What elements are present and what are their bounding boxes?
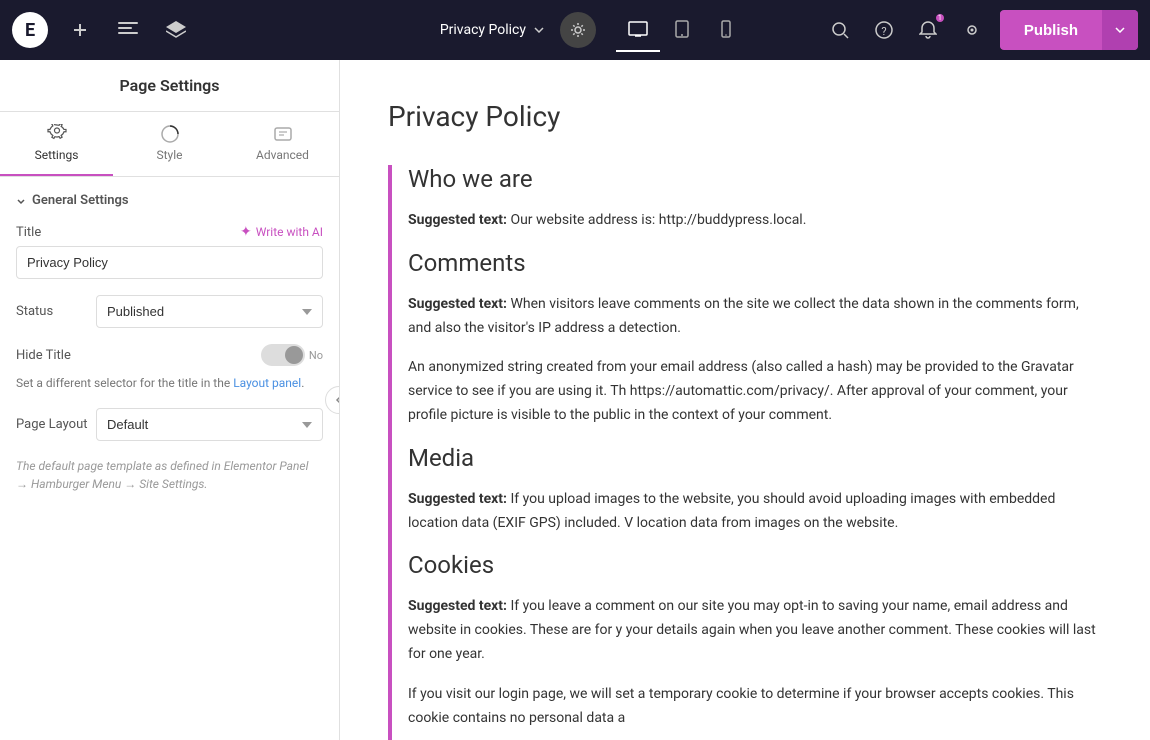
content-border-sections: Who we are Suggested text: Our website a… [388, 165, 1102, 740]
tab-style[interactable]: Style [113, 112, 226, 176]
main-area: Page Settings Settings Style Advanced Ge… [0, 60, 1150, 740]
preview-button[interactable] [956, 14, 988, 46]
section-heading-0: Who we are [408, 165, 1102, 193]
section-heading-2: Media [408, 444, 1102, 472]
tab-settings[interactable]: Settings [0, 112, 113, 176]
svg-text:?: ? [881, 25, 886, 38]
page-content-title: Privacy Policy [388, 100, 1102, 133]
layout-hint-text: The default page template as defined in … [16, 457, 323, 493]
publish-dropdown-button[interactable] [1102, 10, 1138, 50]
tablet-view-button[interactable] [660, 8, 704, 52]
title-row: Title ✦ Write with AI [16, 224, 323, 240]
layout-panel-link[interactable]: Layout panel [233, 376, 301, 390]
top-bar-center: Privacy Policy [352, 8, 824, 52]
general-settings-label: General Settings [16, 193, 323, 208]
page-settings-gear-button[interactable] [560, 12, 596, 48]
page-name-dropdown[interactable]: Privacy Policy [428, 14, 556, 46]
help-button[interactable]: ? [868, 14, 900, 46]
page-layout-label: Page Layout [16, 417, 96, 432]
page-layout-row: Page Layout Default Full Width Canvas [16, 408, 323, 441]
toggle-state-label: No [309, 349, 323, 362]
page-layout-select[interactable]: Default Full Width Canvas [96, 408, 323, 441]
publish-button-group: Publish [1000, 10, 1138, 50]
mobile-view-button[interactable] [704, 8, 748, 52]
top-bar-left: E [12, 12, 352, 48]
panel-body: General Settings Title ✦ Write with AI S… [0, 177, 339, 740]
left-panel: Page Settings Settings Style Advanced Ge… [0, 60, 340, 740]
title-label: Title [16, 225, 96, 240]
search-button[interactable] [824, 14, 856, 46]
section-heading-3: Cookies [408, 551, 1102, 579]
navigator-button[interactable] [112, 14, 144, 46]
section-heading-1: Comments [408, 249, 1102, 277]
desktop-view-button[interactable] [616, 8, 660, 52]
status-row: Status Published Draft Private [16, 295, 323, 328]
section-paragraph-0-0: Suggested text: Our website address is: … [408, 209, 1102, 233]
panel-header: Page Settings [0, 60, 339, 112]
panel-tabs: Settings Style Advanced [0, 112, 339, 177]
title-input[interactable] [16, 246, 323, 279]
hide-title-label: Hide Title [16, 348, 96, 363]
section-paragraph-1-0: Suggested text: When visitors leave comm… [408, 293, 1102, 341]
page-layout-select-wrapper: Default Full Width Canvas [96, 408, 323, 441]
tab-advanced[interactable]: Advanced [226, 112, 339, 176]
section-paragraph-2-0: Suggested text: If you upload images to … [408, 488, 1102, 536]
section-paragraph-3-0: Suggested text: If you leave a comment o… [408, 595, 1102, 666]
hide-title-row: Hide Title No [16, 344, 323, 366]
hide-title-hint: Set a different selector for the title i… [16, 374, 323, 392]
section-paragraph-3-1: If you visit our login page, we will set… [408, 683, 1102, 731]
content-area: Privacy Policy Who we are Suggested text… [340, 60, 1150, 740]
publish-button[interactable]: Publish [1000, 12, 1102, 49]
ai-write-button[interactable]: ✦ Write with AI [240, 224, 323, 240]
view-buttons [616, 8, 748, 52]
top-bar-right: ? 1 Publish [824, 10, 1138, 50]
status-select-wrapper: Published Draft Private [96, 295, 323, 328]
elementor-logo[interactable]: E [12, 12, 48, 48]
notifications-button[interactable]: 1 [912, 14, 944, 46]
hide-title-toggle[interactable] [261, 344, 305, 366]
layers-button[interactable] [160, 14, 192, 46]
toggle-knob [285, 346, 303, 364]
status-select[interactable]: Published Draft Private [96, 295, 323, 328]
top-bar: E Privacy Policy [0, 0, 1150, 60]
status-label: Status [16, 304, 96, 319]
add-element-button[interactable] [64, 14, 96, 46]
section-paragraph-1-1: An anonymized string created from your e… [408, 356, 1102, 427]
